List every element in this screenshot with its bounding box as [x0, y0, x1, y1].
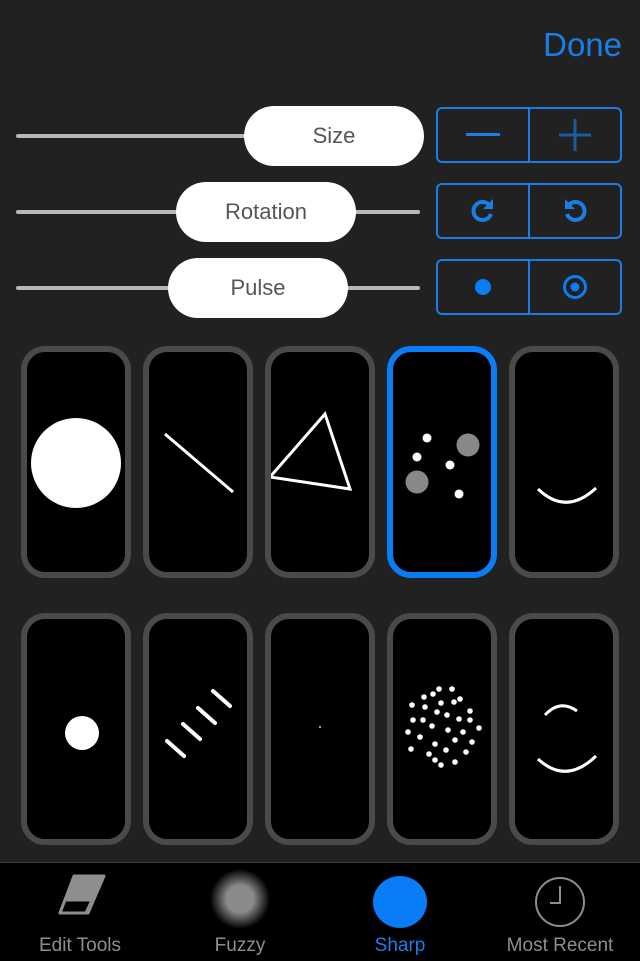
pulse-stepper [436, 259, 622, 315]
arc-brush-icon [536, 486, 598, 504]
dot-icon [475, 279, 491, 295]
eraser-icon [58, 874, 106, 915]
pulse-slider[interactable]: Pulse [16, 258, 420, 318]
dot [421, 694, 427, 700]
dot [460, 729, 466, 735]
tab-bar: Edit Tools Fuzzy Sharp Most Recent [0, 862, 640, 961]
dot [408, 746, 414, 752]
pulse-slider-thumb[interactable]: Pulse [168, 258, 348, 318]
dot [434, 709, 440, 715]
size-label: Size [312, 123, 356, 148]
brush-tile-dot-cloud[interactable] [387, 613, 497, 845]
brush-tile-triangle[interactable] [265, 346, 375, 578]
pulse-ring-button[interactable] [528, 261, 620, 313]
dot [405, 729, 411, 735]
minus-icon [466, 133, 500, 136]
rotate-counterclockwise-icon [565, 199, 587, 222]
decrease-size-button[interactable] [438, 109, 528, 161]
tab-sharp[interactable]: Sharp [320, 863, 480, 961]
dot [443, 747, 449, 753]
dot [410, 717, 416, 723]
clock-icon [535, 877, 585, 927]
rotate-counterclockwise-button[interactable] [528, 185, 620, 237]
dot [420, 717, 426, 723]
brush-tile-tiny-speck[interactable] [265, 613, 375, 845]
plus-icon [559, 119, 591, 151]
line-brush-icon [164, 432, 234, 494]
brush-tile-scattered-dots[interactable] [387, 346, 497, 578]
tab-most-recent[interactable]: Most Recent [480, 863, 640, 961]
dot [432, 741, 438, 747]
dot [457, 696, 463, 702]
solid-circle-brush-icon [31, 418, 121, 508]
ring-dot-icon [563, 275, 587, 299]
brush-tile-solid-circle[interactable] [21, 346, 131, 578]
tab-edit-tools[interactable]: Edit Tools [0, 863, 160, 961]
dot [445, 727, 451, 733]
rotation-slider[interactable]: Rotation [16, 182, 420, 242]
dot [476, 725, 482, 731]
triangle-brush-icon [271, 411, 353, 491]
rotation-stepper [436, 183, 622, 239]
brush-tile-double-arc[interactable] [509, 613, 619, 845]
dashes-brush-icon [165, 689, 232, 758]
tab-label: Edit Tools [38, 935, 122, 956]
dot [463, 749, 469, 755]
tiny-speck-brush-icon [319, 726, 321, 728]
size-stepper [436, 107, 622, 163]
dot [430, 691, 436, 697]
dot [467, 708, 473, 714]
dot [422, 704, 428, 710]
dot [426, 751, 432, 757]
brush-tile-dashes[interactable] [143, 613, 253, 845]
dot [452, 759, 458, 765]
dot [409, 702, 415, 708]
dot-cloud-brush-icon [405, 686, 482, 768]
dot [449, 686, 455, 692]
dot [417, 734, 423, 740]
dot [432, 757, 438, 763]
dot [456, 716, 462, 722]
dot [429, 723, 435, 729]
brush-tile-line[interactable] [143, 346, 253, 578]
done-button[interactable]: Done [543, 26, 622, 64]
tab-fuzzy[interactable]: Fuzzy [160, 863, 320, 961]
pulse-label: Pulse [230, 275, 286, 300]
dot [438, 700, 444, 706]
tab-label: Most Recent [506, 935, 614, 956]
scattered-dots-brush-icon [405, 433, 480, 499]
size-slider-thumb[interactable]: Size [244, 106, 424, 166]
rotate-clockwise-icon [471, 199, 493, 222]
sharp-brush-icon [373, 876, 427, 928]
dot [444, 712, 450, 718]
rotation-slider-thumb[interactable]: Rotation [176, 182, 356, 242]
dot [469, 739, 475, 745]
dot [452, 737, 458, 743]
brush-tile-small-dot[interactable] [21, 613, 131, 845]
small-dot-brush-icon [65, 716, 99, 750]
double-arc-brush-icon [536, 704, 598, 773]
rotation-label: Rotation [225, 199, 307, 224]
dot [451, 699, 457, 705]
tab-label: Fuzzy [214, 935, 266, 956]
increase-size-button[interactable] [528, 109, 620, 161]
rotate-clockwise-button[interactable] [438, 185, 528, 237]
slider-track [16, 134, 256, 138]
pulse-dot-button[interactable] [438, 261, 528, 313]
dot [438, 762, 444, 768]
fuzzy-brush-icon [210, 869, 270, 929]
size-slider[interactable]: Size [16, 106, 424, 166]
dot [436, 686, 442, 692]
brush-tile-arc[interactable] [509, 346, 619, 578]
dot [467, 717, 473, 723]
tab-label: Sharp [374, 935, 426, 956]
